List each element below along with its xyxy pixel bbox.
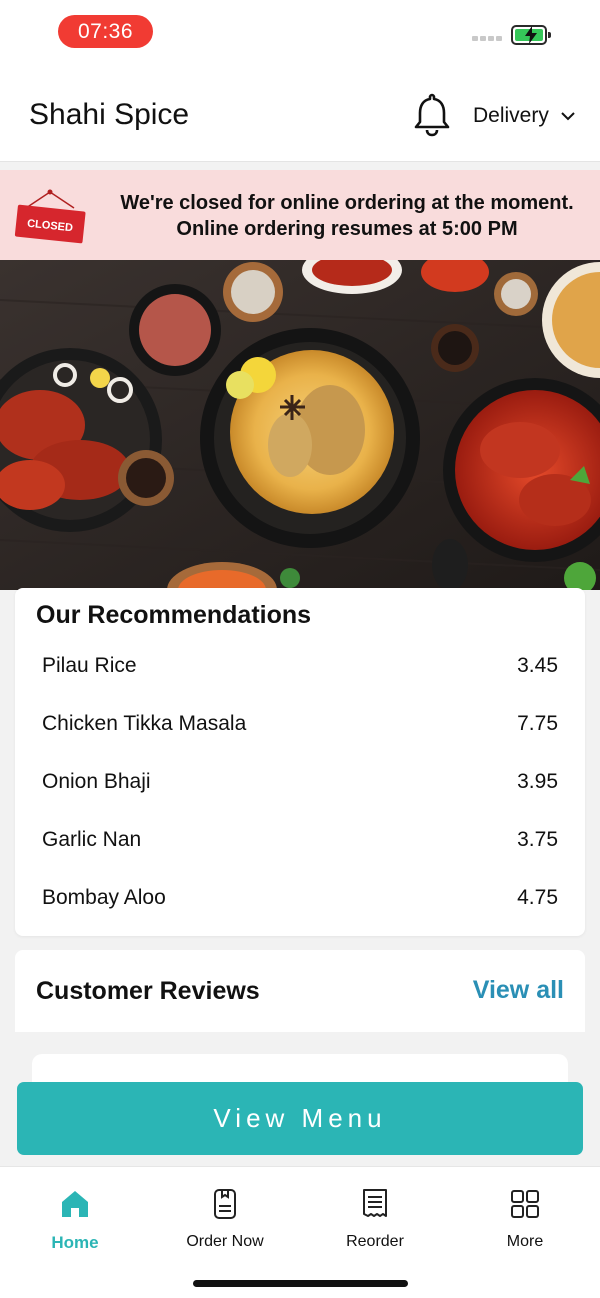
item-price: 4.75 — [517, 886, 558, 909]
closed-sign-icon: CLOSED — [14, 189, 86, 244]
item-price: 7.75 — [517, 712, 558, 735]
status-bar: 07:36 — [0, 0, 600, 64]
item-name: Pilau Rice — [42, 654, 137, 677]
hero-food-image — [0, 260, 600, 590]
item-price: 3.45 — [517, 654, 558, 677]
nav-order-now[interactable]: Order Now — [150, 1187, 300, 1251]
view-menu-button[interactable]: View Menu — [17, 1082, 583, 1155]
customer-reviews-card: Customer Reviews View all — [15, 950, 585, 1114]
delivery-mode-select[interactable]: Delivery — [473, 104, 575, 128]
nav-reorder[interactable]: Reorder — [300, 1187, 450, 1251]
item-name: Garlic Nan — [42, 828, 142, 851]
closed-message-line1: We're closed for online ordering at the … — [120, 192, 574, 214]
recommendation-item[interactable]: Garlic Nan 3.75 — [42, 820, 558, 860]
closed-banner: CLOSED We're closed for online ordering … — [0, 170, 600, 260]
recommendation-item[interactable]: Onion Bhaji 3.95 — [42, 762, 558, 802]
bell-icon[interactable] — [412, 91, 452, 137]
recommendation-item[interactable]: Chicken Tikka Masala 7.75 — [42, 704, 558, 744]
home-indicator[interactable] — [193, 1280, 408, 1287]
recommendations-title: Our Recommendations — [36, 601, 312, 629]
nav-label: More — [506, 1233, 544, 1250]
order-icon — [214, 1189, 236, 1219]
nav-label: Reorder — [346, 1233, 404, 1250]
item-name: Chicken Tikka Masala — [42, 712, 247, 735]
recommendations-card: Our Recommendations Pilau Rice 3.45 Chic… — [15, 588, 585, 936]
battery-charging-icon — [511, 25, 551, 45]
nav-label: Home — [51, 1233, 99, 1252]
signal-icon — [472, 36, 504, 44]
view-all-reviews-link[interactable]: View all — [473, 976, 564, 1005]
nav-more[interactable]: More — [450, 1187, 600, 1251]
item-name: Bombay Aloo — [42, 886, 166, 909]
reviews-title: Customer Reviews — [36, 977, 260, 1005]
item-price: 3.95 — [517, 770, 558, 793]
home-icon — [62, 1191, 88, 1217]
closed-message-line2: Online ordering resumes at 5:00 PM — [176, 218, 518, 240]
grid-icon — [511, 1190, 539, 1218]
closed-message: We're closed for online ordering at the … — [102, 190, 592, 242]
status-time: 07:36 — [58, 15, 153, 48]
recommendation-item[interactable]: Pilau Rice 3.45 — [42, 646, 558, 686]
chevron-down-icon — [561, 112, 575, 121]
bottom-nav: Home Order Now Reorder More — [0, 1166, 600, 1298]
receipt-icon — [363, 1189, 387, 1217]
restaurant-title: Shahi Spice — [29, 98, 190, 131]
recommendation-item[interactable]: Bombay Aloo 4.75 — [42, 878, 558, 918]
nav-home[interactable]: Home — [0, 1187, 150, 1253]
app-header: Shahi Spice Delivery — [0, 64, 600, 162]
item-price: 3.75 — [517, 828, 558, 851]
nav-label: Order Now — [186, 1233, 264, 1250]
delivery-label: Delivery — [473, 104, 549, 127]
app-screen: 07:36 Shahi Spice Delivery CLOSED We're … — [0, 0, 600, 1298]
item-name: Onion Bhaji — [42, 770, 151, 793]
